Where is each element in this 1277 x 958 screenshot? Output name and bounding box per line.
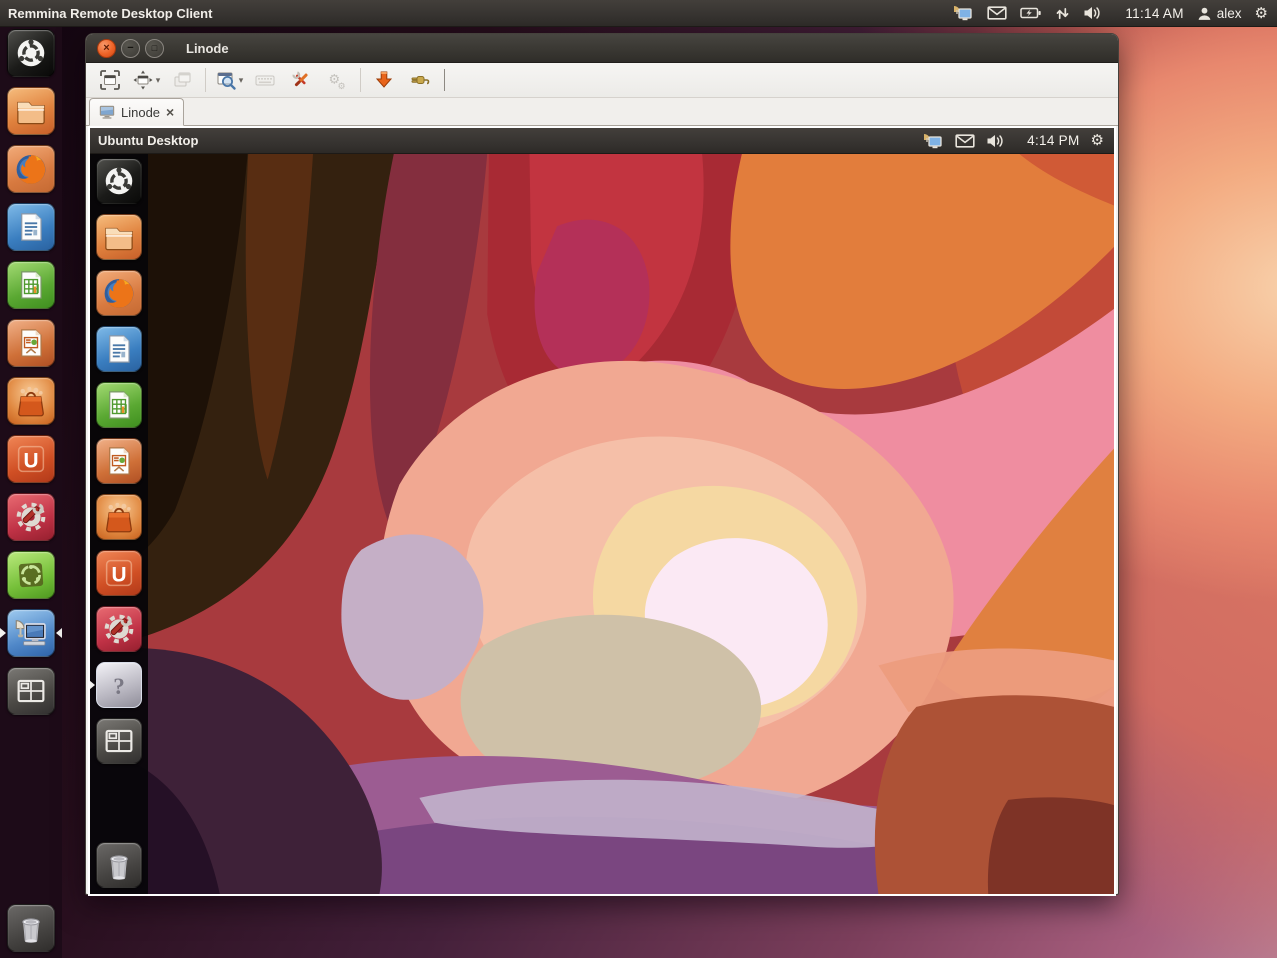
remote-top-panel[interactable]: Ubuntu Desktop 4:14 PM ⚙ — [90, 128, 1114, 154]
launcher-item-libreoffice-calc[interactable] — [7, 261, 55, 309]
remote-screen[interactable]: Ubuntu Desktop 4:14 PM ⚙ U? — [90, 128, 1114, 894]
host-unity-launcher: U — [0, 26, 62, 958]
toolbar-separator — [205, 68, 206, 92]
host-top-panel: Remmina Remote Desktop Client 11:14 AM a… — [0, 0, 1277, 27]
preferences-button: ⚙⚙ — [319, 66, 355, 94]
launcher-item-files[interactable] — [7, 87, 55, 135]
sound-icon[interactable] — [1083, 5, 1103, 21]
net-arrows-icon[interactable] — [1055, 6, 1070, 21]
user-icon — [1197, 6, 1212, 21]
launcher-item-ubuntu-software-center[interactable] — [7, 377, 55, 425]
tab-linode[interactable]: Linode × — [89, 98, 184, 126]
launcher-item-ubuntu-one[interactable]: U — [96, 550, 142, 596]
disconnect-button[interactable] — [402, 66, 438, 94]
remote-unity-launcher: U? — [90, 153, 148, 894]
sound-icon[interactable] — [986, 133, 1006, 149]
host-indicator-icons[interactable] — [952, 4, 1112, 22]
host-panel-title: Remmina Remote Desktop Client — [0, 6, 212, 21]
resize-window-button[interactable]: ▾ — [128, 66, 164, 94]
launcher-item-libreoffice-writer[interactable] — [7, 203, 55, 251]
launcher-item-workspace-switcher[interactable] — [7, 667, 55, 715]
focus-arrow-right-icon — [56, 628, 62, 638]
launcher-item-ubuntu-one[interactable]: U — [7, 435, 55, 483]
session-gear-icon[interactable]: ⚙ — [1255, 6, 1268, 21]
launcher-item-files[interactable] — [96, 214, 142, 260]
remote-clock[interactable]: 4:14 PM — [1027, 133, 1079, 148]
session-gear-icon[interactable]: ⚙ — [1091, 133, 1104, 148]
remmina-indicator-icon[interactable] — [922, 132, 944, 150]
focus-arrow-left-icon — [0, 628, 6, 638]
remote-desktop-body[interactable]: U? — [90, 153, 1114, 894]
username-label: alex — [1217, 6, 1242, 21]
tab-label: Linode — [121, 105, 160, 120]
remote-panel-title: Ubuntu Desktop — [90, 133, 198, 148]
launcher-item-firefox[interactable] — [96, 270, 142, 316]
mail-icon[interactable] — [955, 133, 975, 149]
close-button[interactable]: × — [97, 39, 116, 58]
host-tray[interactable]: 11:14 AM alex ⚙ — [952, 4, 1277, 22]
remote-indicator-icons[interactable] — [922, 132, 1016, 150]
launcher-item-firefox[interactable] — [7, 145, 55, 193]
launcher-item-dash-home[interactable] — [96, 158, 142, 204]
connection-tabbar: Linode × — [86, 98, 1118, 126]
launcher-item-software-updater[interactable] — [7, 551, 55, 599]
svg-text:U: U — [23, 449, 38, 472]
launcher-item-remmina[interactable] — [7, 609, 55, 657]
tab-monitor-icon — [99, 105, 115, 119]
maximize-button[interactable]: □ — [145, 39, 164, 58]
launcher-item-system-settings[interactable] — [96, 606, 142, 652]
host-clock[interactable]: 11:14 AM — [1125, 6, 1183, 21]
launcher-item-dash-home[interactable] — [7, 29, 55, 77]
launcher-item-libreoffice-calc[interactable] — [96, 382, 142, 428]
launcher-item-workspace-switcher[interactable] — [96, 718, 142, 764]
mail-icon[interactable] — [987, 5, 1007, 21]
resize-window-dropdown-icon[interactable]: ▾ — [156, 75, 161, 86]
launcher-item-ubuntu-software-center[interactable] — [96, 494, 142, 540]
duplicate-connection-button — [164, 66, 200, 94]
remmina-window: × − □ Linode ▾▾⚙⚙ Linode × — [85, 33, 1119, 895]
minimize-to-tray-button[interactable] — [366, 66, 402, 94]
toolbar-grip — [444, 69, 445, 91]
launcher-item-libreoffice-impress[interactable] — [96, 438, 142, 484]
svg-text:U: U — [111, 563, 126, 586]
minimize-button[interactable]: − — [121, 39, 140, 58]
scaled-mode-button[interactable]: ▾ — [211, 66, 247, 94]
battery-icon[interactable] — [1020, 5, 1042, 21]
focus-arrow-left-icon — [90, 680, 95, 690]
remote-viewport[interactable]: Ubuntu Desktop 4:14 PM ⚙ U? — [88, 126, 1116, 896]
session-user-menu[interactable]: alex — [1197, 6, 1242, 21]
svg-text:?: ? — [113, 674, 125, 700]
toggle-fullscreen-button[interactable] — [92, 66, 128, 94]
launcher-item-system-settings[interactable] — [7, 493, 55, 541]
grab-keyboard-button — [247, 66, 283, 94]
remmina-toolbar: ▾ ▾ ⚙⚙ — [86, 63, 1118, 98]
svg-text:⚙: ⚙ — [338, 81, 346, 91]
window-title: Linode — [186, 41, 229, 56]
launcher-item-trash[interactable] — [96, 842, 142, 888]
launcher-item-trash[interactable] — [7, 904, 55, 952]
toolbar-separator — [360, 68, 361, 92]
scaled-mode-dropdown-icon[interactable]: ▾ — [239, 75, 244, 86]
remote-tray[interactable]: 4:14 PM ⚙ — [922, 132, 1114, 150]
tab-close-icon[interactable]: × — [166, 105, 174, 119]
launcher-item-libreoffice-writer[interactable] — [96, 326, 142, 372]
remmina-indicator-icon[interactable] — [952, 4, 974, 22]
launcher-item-libreoffice-impress[interactable] — [7, 319, 55, 367]
window-titlebar[interactable]: × − □ Linode — [86, 34, 1118, 63]
tools-button[interactable] — [283, 66, 319, 94]
launcher-item-unknown-app[interactable]: ? — [96, 662, 142, 708]
